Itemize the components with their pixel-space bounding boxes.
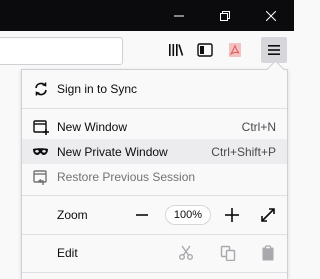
new-window-label: New Window xyxy=(57,119,128,134)
zoom-controls: Zoom 100% xyxy=(22,197,287,233)
new-private-window-label: New Private Window xyxy=(57,144,168,159)
window-titlebar xyxy=(0,0,294,31)
new-window-icon xyxy=(32,118,49,135)
copy-button[interactable] xyxy=(218,243,238,263)
restore-session-label: Restore Previous Session xyxy=(57,169,196,184)
sync-icon xyxy=(32,80,49,97)
paste-button[interactable] xyxy=(258,243,278,263)
sidebar-icon xyxy=(197,43,213,57)
fullscreen-button[interactable] xyxy=(258,205,278,225)
cut-icon xyxy=(179,245,193,260)
restore-button[interactable] xyxy=(202,0,248,31)
app-menu-panel: Sign in to Sync New Window Ctrl+N New Pr… xyxy=(21,60,288,279)
restore-previous-session-item[interactable]: Restore Previous Session xyxy=(22,164,287,189)
minus-icon xyxy=(136,214,148,216)
pdf-icon xyxy=(229,43,241,57)
new-private-window-shortcut: Ctrl+Shift+P xyxy=(211,144,276,159)
plus-icon xyxy=(225,208,239,222)
library-icon xyxy=(169,44,184,56)
hamburger-menu-icon xyxy=(268,45,280,55)
new-window-item[interactable]: New Window Ctrl+N xyxy=(22,114,287,139)
navigation-toolbar xyxy=(0,31,294,69)
url-bar[interactable] xyxy=(0,37,123,65)
restore-session-icon xyxy=(32,168,49,185)
sign-in-label: Sign in to Sync xyxy=(57,81,138,96)
private-mask-icon xyxy=(32,143,49,160)
close-button[interactable] xyxy=(248,0,294,31)
sidebar-button[interactable] xyxy=(192,37,218,63)
new-private-window-item[interactable]: New Private Window Ctrl+Shift+P xyxy=(22,139,287,164)
zoom-out-button[interactable] xyxy=(132,205,152,225)
copy-icon xyxy=(220,245,236,261)
minimize-button[interactable] xyxy=(156,0,202,31)
minimize-icon xyxy=(174,15,184,16)
fullscreen-icon xyxy=(261,208,275,222)
library-button[interactable] xyxy=(163,37,189,63)
restore-icon xyxy=(220,10,230,21)
paste-icon xyxy=(262,245,274,261)
zoom-reset-button[interactable]: 100% xyxy=(165,205,211,225)
close-icon xyxy=(266,10,276,21)
pdf-button[interactable] xyxy=(222,37,248,63)
new-window-shortcut: Ctrl+N xyxy=(241,119,276,134)
zoom-in-button[interactable] xyxy=(222,205,242,225)
menu-separator xyxy=(22,108,287,109)
zoom-label: Zoom xyxy=(57,208,88,222)
cut-button[interactable] xyxy=(176,243,196,263)
edit-controls: Edit xyxy=(22,235,287,271)
edit-label: Edit xyxy=(57,246,78,260)
hamburger-menu-button[interactable] xyxy=(261,37,287,63)
menu-separator xyxy=(22,195,287,196)
sign-in-to-sync-item[interactable]: Sign in to Sync xyxy=(22,76,287,101)
